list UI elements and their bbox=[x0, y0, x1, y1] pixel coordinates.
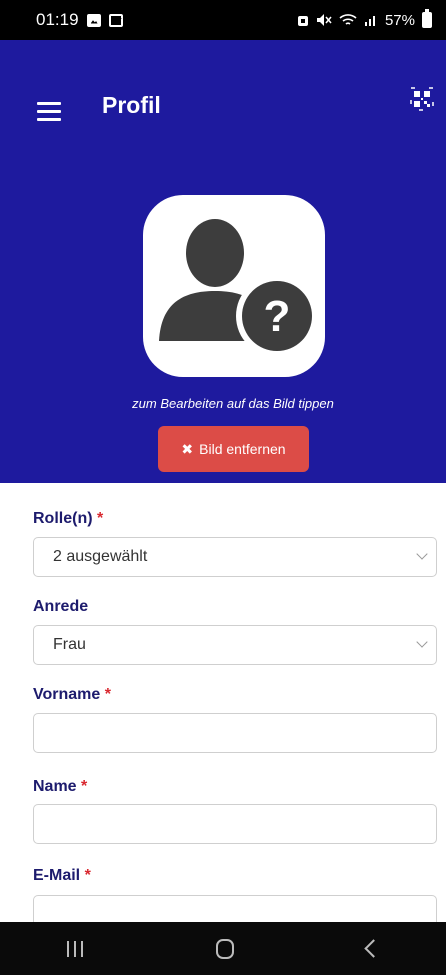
status-right: 57% bbox=[297, 9, 432, 29]
vorname-label: Vorname * bbox=[33, 686, 111, 703]
avatar[interactable]: ? bbox=[143, 195, 325, 377]
anrede-label: Anrede bbox=[33, 598, 89, 615]
rolle-value: 2 ausgewählt bbox=[53, 548, 148, 565]
close-icon: ✖ bbox=[181, 440, 194, 457]
rolle-label: Rolle(n) * bbox=[33, 510, 104, 527]
status-time: 01:19 bbox=[36, 10, 79, 29]
qr-code-icon[interactable] bbox=[409, 86, 435, 112]
battery-icon bbox=[422, 9, 432, 28]
name-input[interactable] bbox=[33, 804, 437, 844]
unknown-person-icon: ? bbox=[159, 219, 318, 357]
avatar-hint: zum Bearbeiten auf das Bild tippen bbox=[132, 396, 334, 411]
remove-image-label: Bild entfernen bbox=[199, 441, 286, 457]
image-icon bbox=[86, 13, 101, 27]
battery-percent: 57% bbox=[384, 11, 415, 29]
signal-icon bbox=[364, 16, 375, 26]
wifi-icon bbox=[339, 14, 357, 25]
rolle-select[interactable]: 2 ausgewählt bbox=[33, 537, 437, 577]
home-icon[interactable] bbox=[215, 938, 234, 959]
mute-icon bbox=[316, 14, 332, 26]
email-label: E-Mail * bbox=[33, 867, 91, 884]
back-icon[interactable] bbox=[363, 939, 383, 958]
vorname-input[interactable] bbox=[33, 713, 437, 753]
page-title: Profil bbox=[102, 92, 161, 118]
svg-text:?: ? bbox=[264, 292, 291, 341]
hamburger-menu-icon[interactable] bbox=[37, 102, 61, 121]
recent-apps-icon[interactable] bbox=[66, 940, 83, 957]
chevron-down-icon bbox=[416, 548, 428, 560]
anrede-select[interactable]: Frau bbox=[33, 625, 437, 665]
status-bar: 01:19 57% bbox=[0, 0, 446, 40]
remove-image-button[interactable]: ✖ Bild entfernen bbox=[158, 426, 309, 472]
alarm-icon bbox=[297, 16, 308, 26]
status-left: 01:19 bbox=[36, 10, 123, 30]
chevron-down-icon bbox=[416, 636, 428, 648]
system-nav-bar bbox=[0, 922, 446, 975]
profile-header: Profil ? zum Bearbeiten auf das Bild tip… bbox=[0, 40, 446, 483]
anrede-value: Frau bbox=[53, 636, 86, 653]
check-icon bbox=[108, 13, 123, 27]
name-label: Name * bbox=[33, 778, 88, 795]
